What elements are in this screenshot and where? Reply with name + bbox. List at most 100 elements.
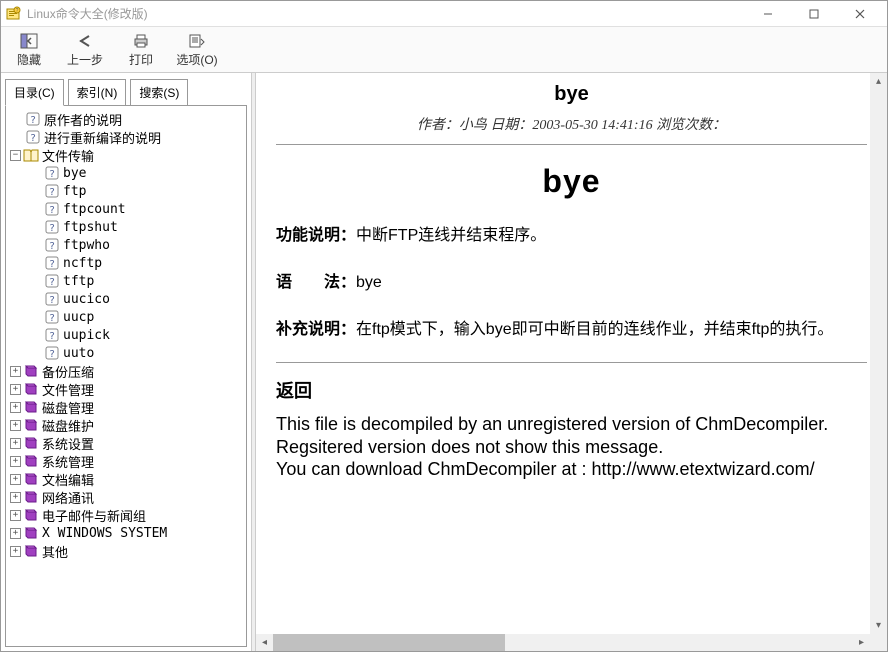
hr-top: [276, 144, 867, 145]
tree-item[interactable]: ?uupick: [8, 326, 244, 344]
meta-date: 2003-05-30 14:41:16: [532, 118, 652, 133]
scroll-up-button[interactable]: ▴: [870, 73, 887, 90]
tree-item[interactable]: ?tftp: [8, 272, 244, 290]
tree-folder[interactable]: −文件传输: [8, 146, 244, 164]
book-closed-icon: [23, 363, 39, 379]
tree-item[interactable]: ?原作者的说明: [8, 110, 244, 128]
hide-icon: [19, 31, 39, 51]
print-button[interactable]: 打印: [113, 29, 169, 70]
tree-folder[interactable]: +备份压缩: [8, 362, 244, 380]
tree-folder[interactable]: +系统管理: [8, 452, 244, 470]
svg-text:?: ?: [49, 205, 55, 216]
options-button[interactable]: 选项(O): [169, 29, 225, 70]
expand-toggle[interactable]: +: [10, 384, 21, 395]
toolbar: 隐藏 上一步 打印 选项(O): [1, 27, 887, 73]
tree-folder[interactable]: +文档编辑: [8, 470, 244, 488]
close-button[interactable]: [837, 2, 883, 26]
tree-item[interactable]: ?ncftp: [8, 254, 244, 272]
meta-author-label: 作者：: [417, 118, 459, 133]
scroll-right-button[interactable]: ▸: [853, 634, 870, 651]
tree-folder[interactable]: +其他: [8, 542, 244, 560]
back-button[interactable]: 上一步: [57, 29, 113, 70]
svg-text:?: ?: [49, 349, 55, 360]
tree-item[interactable]: ?进行重新编译的说明: [8, 128, 244, 146]
book-closed-icon: [23, 453, 39, 469]
tab-contents[interactable]: 目录(C): [5, 79, 64, 106]
scroll-track-v[interactable]: [870, 90, 887, 617]
tree-folder[interactable]: +系统设置: [8, 434, 244, 452]
tree-item[interactable]: ?uucico: [8, 290, 244, 308]
tab-index[interactable]: 索引(N): [68, 79, 127, 106]
tree-item[interactable]: ?ftpcount: [8, 200, 244, 218]
book-closed-icon: [23, 381, 39, 397]
function-label: 功能说明：: [276, 227, 356, 244]
expand-toggle[interactable]: −: [10, 150, 21, 161]
meta-views-label: 浏览次数：: [656, 118, 726, 133]
syntax-section: 语 法：bye: [276, 269, 867, 298]
tree-item[interactable]: ?bye: [8, 164, 244, 182]
vertical-scrollbar[interactable]: ▴ ▾: [870, 73, 887, 634]
scroll-down-button[interactable]: ▾: [870, 617, 887, 634]
content-panel: bye 作者：小鸟 日期：2003-05-30 14:41:16 浏览次数： b…: [256, 73, 887, 651]
tree-folder[interactable]: +文件管理: [8, 380, 244, 398]
meta-author: 小鸟: [459, 118, 487, 133]
expand-toggle[interactable]: +: [10, 420, 21, 431]
svg-text:?: ?: [30, 115, 36, 126]
expand-toggle[interactable]: +: [10, 492, 21, 503]
help-page-icon: ?: [44, 291, 60, 307]
footer-line-1: This file is decompiled by an unregister…: [276, 413, 867, 436]
svg-text:?: ?: [49, 331, 55, 342]
expand-toggle[interactable]: +: [10, 438, 21, 449]
book-closed-icon: [23, 543, 39, 559]
svg-text:?: ?: [49, 223, 55, 234]
tree-folder[interactable]: +磁盘管理: [8, 398, 244, 416]
book-closed-icon: [23, 525, 39, 541]
expand-toggle[interactable]: +: [10, 366, 21, 377]
tree-folder[interactable]: +网络通讯: [8, 488, 244, 506]
hr-bottom: [276, 362, 867, 363]
supplement-label: 补充说明：: [276, 321, 356, 338]
tree-folder[interactable]: +磁盘维护: [8, 416, 244, 434]
syntax-text: bye: [356, 274, 382, 291]
tree-folder[interactable]: +电子邮件与新闻组: [8, 506, 244, 524]
tree-item[interactable]: ?uuto: [8, 344, 244, 362]
tree-item[interactable]: ?ftpwho: [8, 236, 244, 254]
help-page-icon: ?: [44, 237, 60, 253]
tree-item[interactable]: ?ftpshut: [8, 218, 244, 236]
hide-button[interactable]: 隐藏: [1, 29, 57, 70]
tree-item[interactable]: ?uucp: [8, 308, 244, 326]
book-closed-icon: [23, 435, 39, 451]
tree-folder[interactable]: +X WINDOWS SYSTEM: [8, 524, 244, 542]
return-link[interactable]: 返回: [276, 377, 867, 403]
expand-toggle[interactable]: +: [10, 456, 21, 467]
tree: ?原作者的说明?进行重新编译的说明−文件传输?bye?ftp?ftpcount?…: [6, 106, 246, 564]
back-label: 上一步: [67, 51, 103, 68]
supplement-section: 补充说明：在ftp模式下，输入bye即可中断目前的连线作业，并结束ftp的执行。: [276, 316, 867, 345]
print-icon: [131, 31, 151, 51]
minimize-button[interactable]: [745, 2, 791, 26]
expand-toggle[interactable]: +: [10, 528, 21, 539]
scroll-track-h[interactable]: [273, 634, 853, 651]
tree-item[interactable]: ?ftp: [8, 182, 244, 200]
back-icon: [75, 31, 95, 51]
scroll-thumb-h[interactable]: [273, 634, 505, 651]
help-page-icon: ?: [44, 345, 60, 361]
help-page-icon: ?: [44, 273, 60, 289]
content-meta: 作者：小鸟 日期：2003-05-30 14:41:16 浏览次数：: [276, 114, 867, 134]
expand-toggle[interactable]: +: [10, 474, 21, 485]
help-page-icon: ?: [44, 309, 60, 325]
expand-toggle[interactable]: +: [10, 546, 21, 557]
maximize-button[interactable]: [791, 2, 837, 26]
nav-panel: 目录(C) 索引(N) 搜索(S) ?原作者的说明?进行重新编译的说明−文件传输…: [1, 73, 252, 651]
tree-container: ?原作者的说明?进行重新编译的说明−文件传输?bye?ftp?ftpcount?…: [5, 105, 247, 647]
help-page-icon: ?: [44, 219, 60, 235]
expand-toggle[interactable]: +: [10, 510, 21, 521]
scroll-left-button[interactable]: ◂: [256, 634, 273, 651]
help-page-icon: ?: [44, 165, 60, 181]
horizontal-scrollbar[interactable]: ◂ ▸: [256, 634, 870, 651]
content-body: bye 作者：小鸟 日期：2003-05-30 14:41:16 浏览次数： b…: [256, 73, 887, 634]
svg-text:?: ?: [49, 169, 55, 180]
body-area: 目录(C) 索引(N) 搜索(S) ?原作者的说明?进行重新编译的说明−文件传输…: [1, 73, 887, 651]
tab-search[interactable]: 搜索(S): [130, 79, 188, 106]
expand-toggle[interactable]: +: [10, 402, 21, 413]
